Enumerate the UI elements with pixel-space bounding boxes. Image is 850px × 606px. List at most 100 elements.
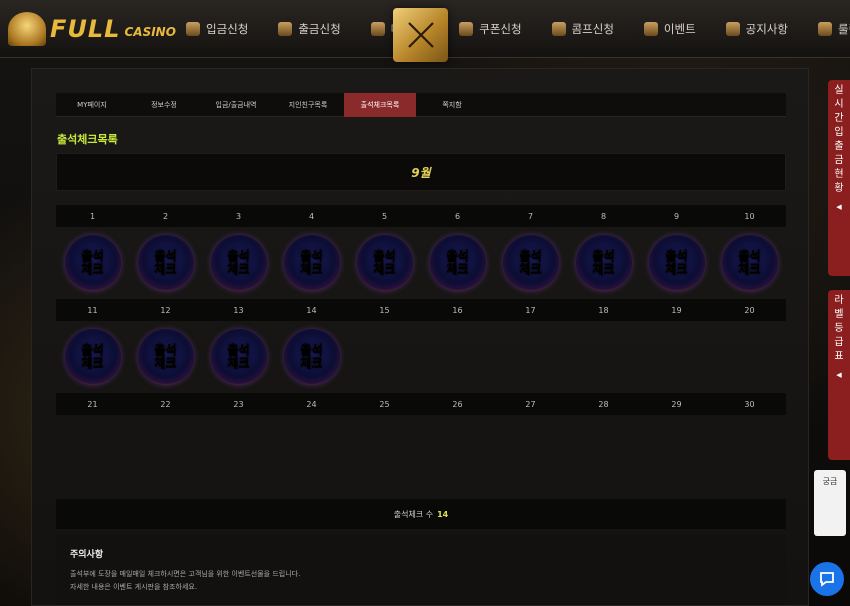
level-table-tab[interactable]: 라 벨 등 급 표 ◀ (828, 290, 850, 460)
nav-item[interactable]: 룰렛이벤트 (817, 21, 850, 37)
calendar-day-row: 11 12 13 14 15 16 17 18 19 20 (56, 299, 786, 321)
nav-label: 쿠폰신청 (479, 22, 522, 36)
calendar-day-number: 8 (600, 211, 607, 221)
event-icon (643, 22, 658, 36)
nav-label: 출금신청 (298, 22, 341, 36)
calendar-day-number: 28 (598, 399, 609, 409)
main-nav: 입금신청출금신청머쿠폰신청콤프신청이벤트공지사항룰렛이벤트 (186, 0, 850, 58)
month-label: 9월 (411, 165, 431, 180)
attendance-stamp-icon: 출석 체크 (575, 235, 632, 291)
calendar-cell (421, 415, 494, 487)
side-widget-text: 궁금 (822, 477, 838, 486)
calendar-day-number: 19 (671, 305, 682, 315)
stamp-text-line2: 체크 (519, 262, 542, 276)
chevron-left-icon: ◀ (836, 203, 842, 211)
calendar-cell (421, 321, 494, 393)
calendar-cell (129, 415, 202, 487)
calendar-cell: 출석 체크 (494, 227, 567, 299)
stamp-text-line2: 체크 (373, 262, 396, 276)
close-icon (407, 22, 434, 48)
mypage-tabs: MY페이지 정보수정 입금/출금내역 지인친구목록 출석체크목록 쪽지함 (56, 93, 786, 117)
tab-2[interactable]: 입금/출금내역 (200, 93, 272, 117)
calendar-day-number: 7 (527, 211, 534, 221)
chat-button[interactable] (810, 562, 844, 596)
nav-item[interactable]: 이벤트 (643, 21, 696, 37)
stamp-text-line2: 체크 (227, 262, 250, 276)
calendar-cell: 출석 체크 (567, 227, 640, 299)
site-logo[interactable]: FULL CASINO (8, 12, 176, 46)
attendance-stamp-icon: 출석 체크 (721, 235, 778, 291)
calendar-day-number: 30 (744, 399, 755, 409)
calendar-stamp-row: 출석 체크 출석 체크 출석 체크 출석 체크 출석 체크 출석 체크 출석 체크 출석 체크 출석 체크 출석 체크 (56, 227, 786, 299)
nav-item[interactable]: 입금신청 (186, 21, 248, 37)
notice-title: 주의사항 (70, 550, 104, 560)
nav-item[interactable]: 콤프신청 (551, 21, 614, 37)
right-tab-char: 급 (834, 337, 844, 348)
calendar-day-number: 3 (235, 211, 242, 221)
calendar-cell (494, 321, 567, 393)
calendar-day-number: 1 (89, 211, 96, 221)
calendar-day-number: 18 (598, 305, 609, 315)
calendar-cell: 출석 체크 (275, 227, 348, 299)
attendance-stamp-icon: 출석 체크 (283, 235, 340, 291)
nav-item[interactable]: 공지사항 (725, 21, 788, 37)
tab-3[interactable]: 지인친구목록 (272, 93, 344, 117)
side-widget[interactable]: 궁금 (814, 470, 846, 536)
tab-0[interactable]: MY페이지 (56, 93, 128, 117)
calendar-cell: 출석 체크 (129, 321, 202, 393)
stamp-text-line2: 체크 (446, 262, 469, 276)
roulette-icon (817, 22, 832, 36)
right-tab-char: 벨 (834, 309, 844, 320)
calendar-day-number: 20 (744, 305, 755, 315)
deposit-icon (186, 22, 200, 36)
realtime-deposit-tab[interactable]: 실 시 간 입 출 금 현 황 ◀ (828, 80, 850, 276)
calendar-cell: 출석 체크 (348, 227, 421, 299)
calendar-day-number: 13 (233, 305, 244, 315)
notice-box: 주의사항 출석부에 도장을 매일매일 체크하시면은 고객님을 위한 이벤트선물을… (56, 535, 786, 605)
calendar-cell: 출석 체크 (640, 227, 713, 299)
stamp-text-line2: 체크 (300, 356, 323, 370)
attendance-stamp-icon: 출석 체크 (210, 235, 267, 291)
attendance-stamp-icon: 출석 체크 (210, 329, 267, 385)
calendar-cell (567, 415, 640, 487)
calendar-day-number: 17 (525, 305, 536, 315)
attendance-calendar: 1 2 3 4 5 6 7 8 9 10 출석 체크 출석 체크 출석 체크 출석 체크 출석 체크 출석 체크 출석 체크 출… (56, 205, 786, 487)
chevron-left-icon: ◀ (836, 371, 842, 379)
month-header: 9월 (56, 153, 786, 191)
calendar-day-number: 4 (308, 211, 315, 221)
withdraw-icon (278, 22, 293, 36)
right-tab-char: 라 (834, 295, 844, 306)
right-tab-char: 시 (834, 99, 844, 110)
calendar-day-number: 14 (306, 305, 317, 315)
calendar-day-number: 6 (454, 211, 461, 221)
crown-logo-icon (8, 12, 46, 46)
tab-1[interactable]: 정보수정 (128, 93, 200, 117)
calendar-cell (713, 415, 786, 487)
stamp-text-line2: 체크 (81, 356, 104, 370)
attendance-count-label: 출석체크 수 (393, 509, 434, 519)
right-tab-char: 출 (834, 141, 844, 152)
calendar-cell: 출석 체크 (56, 227, 129, 299)
nav-item[interactable]: 출금신청 (278, 21, 341, 37)
calendar-day-number: 22 (160, 399, 171, 409)
tab-5[interactable]: 쪽지함 (416, 93, 488, 117)
calendar-day-number: 26 (452, 399, 463, 409)
right-tab-char: 금 (834, 155, 844, 166)
calendar-day-number: 10 (744, 211, 755, 221)
tab-4[interactable]: 출석체크목록 (344, 93, 416, 117)
right-tab-char: 황 (834, 183, 844, 194)
close-button[interactable] (393, 8, 448, 62)
calendar-day-number: 23 (233, 399, 244, 409)
calendar-day-number: 2 (162, 211, 169, 221)
nav-item[interactable]: 쿠폰신청 (459, 21, 522, 37)
stamp-text-line2: 체크 (665, 262, 688, 276)
stamp-text-line2: 체크 (300, 262, 323, 276)
section-title: 출석체크목록 (57, 133, 118, 146)
calendar-stamp-row: 출석 체크 출석 체크 출석 체크 출석 체크 (56, 321, 786, 393)
attendance-stamp-icon: 출석 체크 (502, 235, 559, 291)
attendance-stamp-icon: 출석 체크 (283, 329, 340, 385)
calendar-day-number: 29 (671, 399, 682, 409)
calendar-day-number: 25 (379, 399, 390, 409)
logo-main-text: FULL (50, 15, 121, 43)
attendance-stamp-icon: 출석 체크 (429, 235, 486, 291)
